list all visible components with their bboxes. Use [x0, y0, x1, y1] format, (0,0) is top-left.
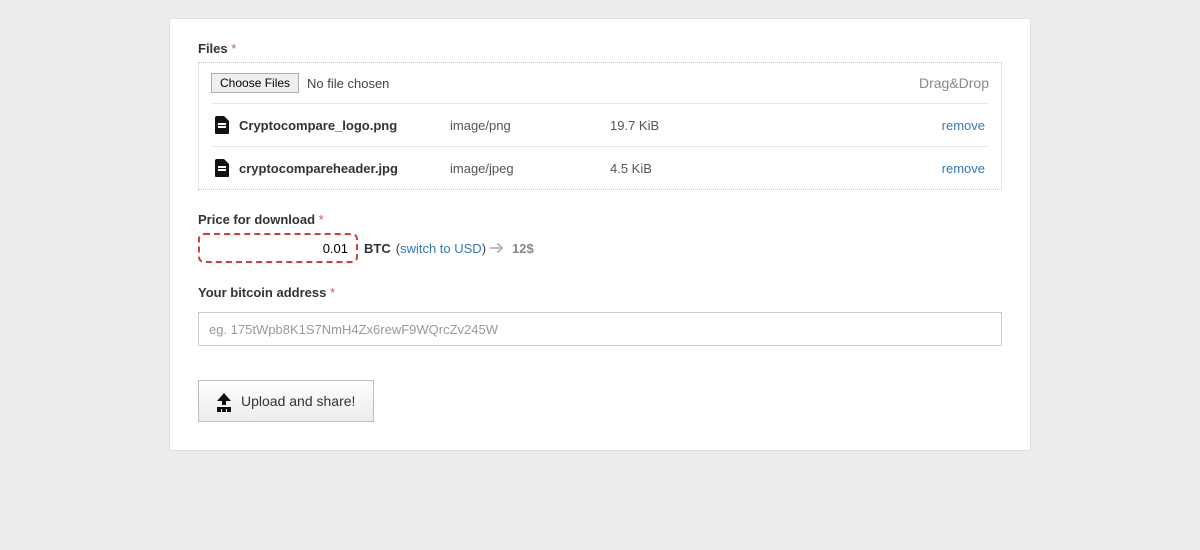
bitcoin-address-input[interactable]	[198, 312, 1002, 346]
file-picker-row: Choose Files No file chosen Drag&Drop	[211, 73, 989, 103]
no-file-text: No file chosen	[307, 76, 389, 91]
arrow-right-icon	[490, 243, 506, 253]
file-icon	[215, 116, 229, 134]
required-asterisk: *	[330, 285, 335, 300]
price-input[interactable]	[198, 233, 358, 263]
close-paren: )	[482, 241, 486, 256]
remove-file-link[interactable]: remove	[942, 161, 985, 176]
choose-files-button[interactable]: Choose Files	[211, 73, 299, 93]
price-section: Price for download * BTC ( switch to USD…	[198, 212, 1002, 263]
file-size: 19.7 KiB	[610, 118, 870, 133]
upload-button-label: Upload and share!	[241, 393, 355, 409]
price-label-text: Price for download	[198, 212, 315, 227]
address-section: Your bitcoin address *	[198, 285, 1002, 346]
remove-file-link[interactable]: remove	[942, 118, 985, 133]
file-name: Cryptocompare_logo.png	[239, 118, 397, 133]
address-label-text: Your bitcoin address	[198, 285, 326, 300]
address-label: Your bitcoin address *	[198, 285, 1002, 300]
drag-drop-hint: Drag&Drop	[919, 75, 989, 91]
file-row: Cryptocompare_logo.png image/png 19.7 Ki…	[211, 103, 989, 146]
file-dropzone[interactable]: Choose Files No file chosen Drag&Drop Cr…	[198, 62, 1002, 190]
file-name-cell: cryptocompareheader.jpg	[215, 159, 450, 177]
file-row: cryptocompareheader.jpg image/jpeg 4.5 K…	[211, 146, 989, 189]
file-name: cryptocompareheader.jpg	[239, 161, 398, 176]
price-line: BTC ( switch to USD ) 12$	[198, 233, 1002, 263]
files-label-text: Files	[198, 41, 228, 56]
file-icon	[215, 159, 229, 177]
file-size: 4.5 KiB	[610, 161, 870, 176]
price-label: Price for download *	[198, 212, 1002, 227]
file-type: image/png	[450, 118, 610, 133]
upload-share-button[interactable]: Upload and share!	[198, 380, 374, 422]
file-type: image/jpeg	[450, 161, 610, 176]
file-name-cell: Cryptocompare_logo.png	[215, 116, 450, 134]
currency-label: BTC	[364, 241, 391, 256]
upload-icon	[217, 393, 231, 409]
required-asterisk: *	[319, 212, 324, 227]
required-asterisk: *	[231, 41, 236, 56]
upload-panel: Files * Choose Files No file chosen Drag…	[169, 18, 1031, 451]
files-label: Files *	[198, 41, 1002, 56]
switch-currency-link[interactable]: switch to USD	[400, 241, 482, 256]
usd-estimate: 12$	[512, 241, 534, 256]
